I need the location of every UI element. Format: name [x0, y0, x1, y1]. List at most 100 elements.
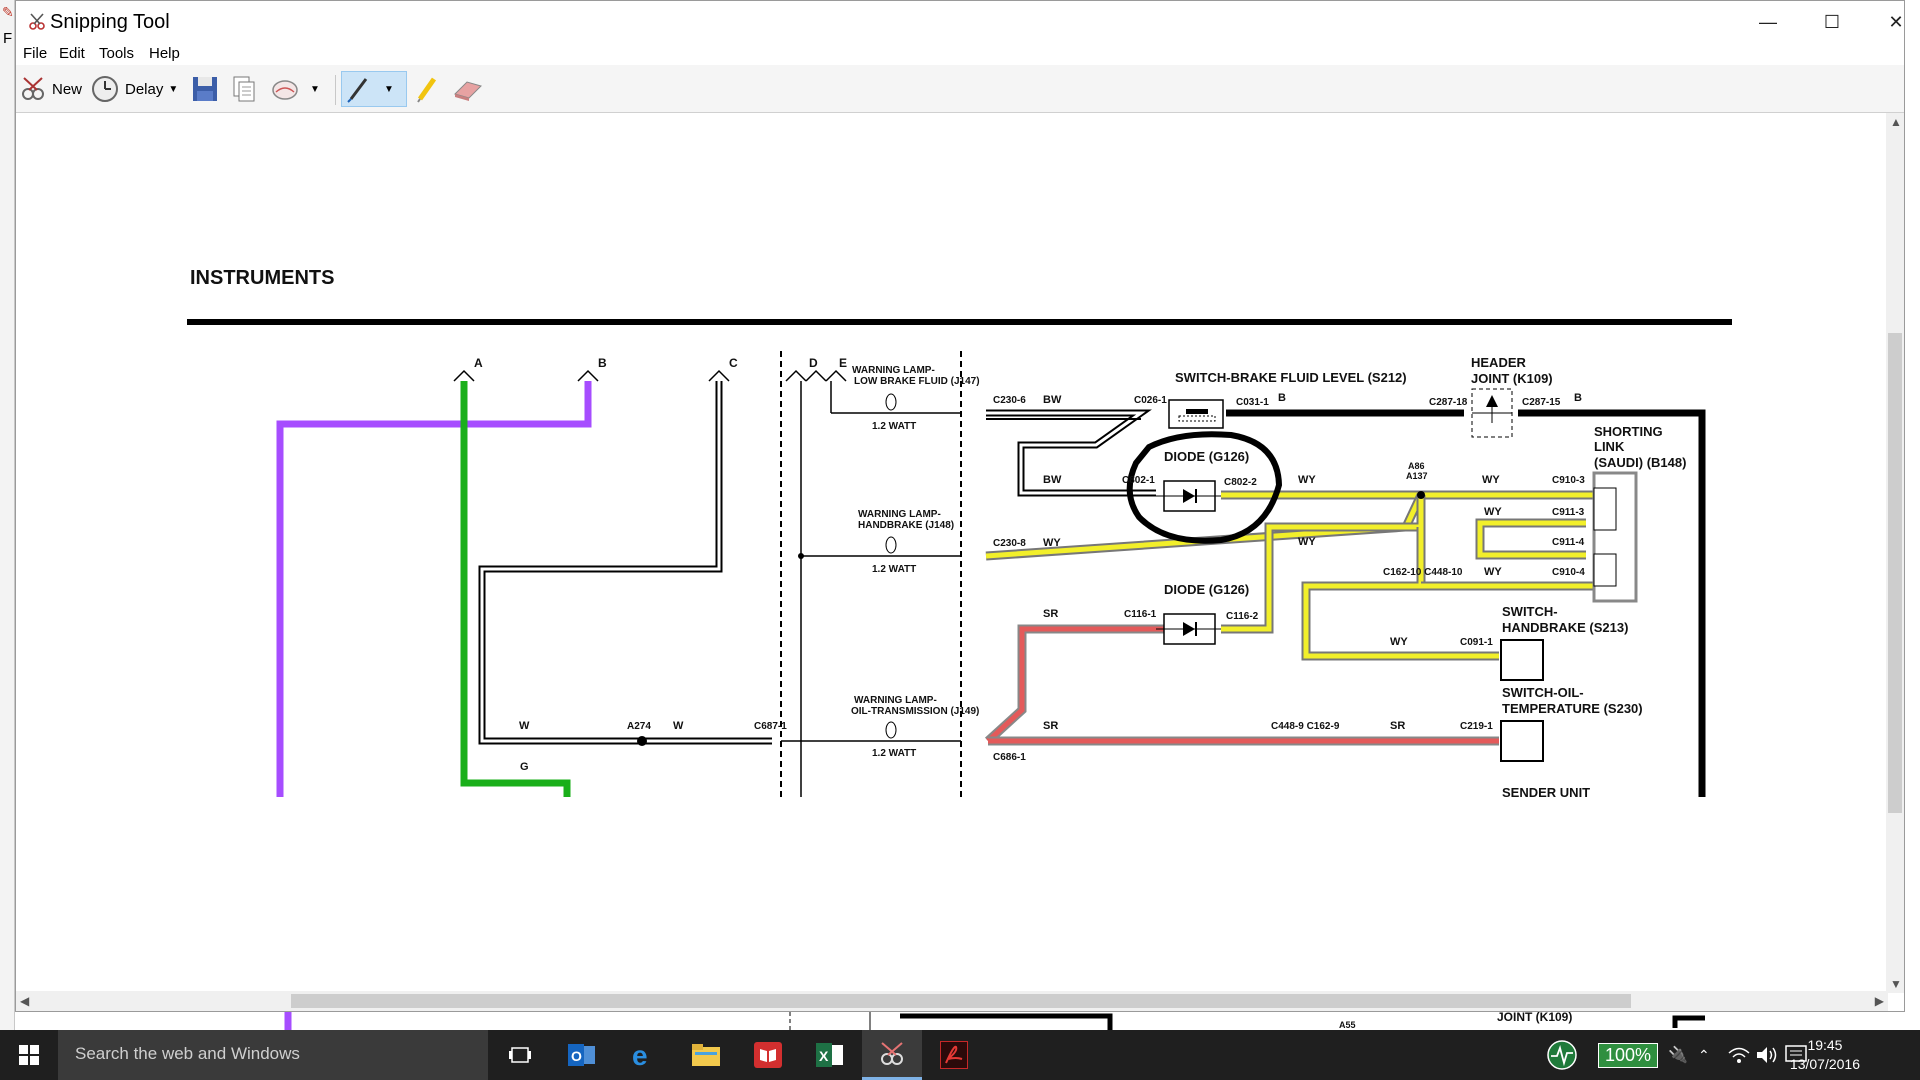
splice-a86 — [1417, 491, 1425, 499]
svg-text:OIL-TRANSMISSION (J149): OIL-TRANSMISSION (J149) — [851, 706, 979, 717]
svg-text:WARNING LAMP-: WARNING LAMP- — [854, 695, 937, 706]
label-c687: C687-1 — [754, 721, 787, 732]
toolbar-separator — [335, 75, 336, 105]
toolbar: New Delay ▼ ▼ ▼ — [16, 65, 1904, 113]
menu-tools[interactable]: Tools — [99, 45, 134, 62]
label-wy4: WY — [1043, 537, 1061, 549]
snip-canvas[interactable]: INSTRUMENTS A B C D E WARNING LAMP- LOW … — [16, 113, 1888, 993]
svg-text:LINK: LINK — [1594, 439, 1625, 454]
label-c091: C091-1 — [1460, 637, 1493, 648]
label-sr3: SR — [1390, 720, 1405, 732]
svg-text:SWITCH-OIL-: SWITCH-OIL- — [1502, 685, 1584, 700]
maximize-button[interactable]: ☐ — [1800, 1, 1864, 43]
connector-b: B — [598, 356, 607, 370]
label-c287-18: C287-18 — [1429, 397, 1468, 408]
label-a86: A86 — [1408, 461, 1425, 471]
scroll-down-icon[interactable]: ▼ — [1890, 977, 1902, 991]
taskbar-file-explorer[interactable] — [676, 1030, 736, 1080]
label-wy3: WY — [1484, 506, 1502, 518]
taskbar-snipping-tool[interactable] — [862, 1030, 922, 1080]
battery-percent: 100% — [1598, 1042, 1659, 1068]
label-sr2: SR — [1043, 720, 1058, 732]
pdf-app-icon: ✎ — [2, 4, 14, 20]
taskbar-edge[interactable]: e — [614, 1030, 674, 1080]
taskbar-search-box[interactable]: Search the web and Windows — [58, 1030, 488, 1080]
save-icon — [193, 77, 217, 101]
acrobat-icon — [940, 1041, 968, 1069]
delay-button[interactable]: Delay ▼ — [90, 71, 178, 107]
horizontal-scrollbar[interactable]: ◀ ▶ — [16, 991, 1888, 1011]
connector-ticks — [453, 369, 847, 382]
label-bw2: BW — [1043, 474, 1062, 486]
send-snip-button[interactable]: ▼ — [270, 71, 320, 107]
label-c230-8: C230-8 — [993, 538, 1026, 549]
label-a137: A137 — [1406, 471, 1428, 481]
label-sr1: SR — [1043, 608, 1058, 620]
svg-text:1.2 WATT: 1.2 WATT — [872, 564, 916, 575]
pen-dropdown-icon: ▼ — [384, 83, 394, 95]
scroll-up-icon[interactable]: ▲ — [1890, 115, 1902, 129]
horizontal-scroll-thumb[interactable] — [291, 994, 1631, 1008]
connector-e: E — [839, 356, 847, 370]
svg-text:SWITCH-: SWITCH- — [1502, 604, 1558, 619]
svg-text:O: O — [571, 1048, 582, 1064]
copy-button[interactable] — [229, 71, 259, 107]
minimize-button[interactable]: — — [1736, 1, 1800, 43]
background-menu-letter: F — [3, 30, 13, 47]
wifi-icon — [1728, 1047, 1750, 1063]
taskbar-excel[interactable]: X — [800, 1030, 860, 1080]
label-a55: A55 — [1339, 1020, 1356, 1030]
label-c116-1: C116-1 — [1124, 609, 1157, 620]
svg-text:SWITCH-BRAKE FLUID LEVEL (S212: SWITCH-BRAKE FLUID LEVEL (S212) — [1175, 370, 1407, 385]
label-w1: W — [519, 720, 530, 732]
label-c448-9-c162-9: C448-9 C162-9 — [1271, 721, 1340, 732]
eraser-button[interactable] — [451, 71, 485, 107]
taskbar-reader-app[interactable] — [738, 1030, 798, 1080]
battery-indicator[interactable]: 100% 🔌 — [1598, 1030, 1688, 1080]
taskbar-outlook[interactable]: O — [552, 1030, 612, 1080]
menu-edit[interactable]: Edit — [59, 45, 85, 62]
pen-button[interactable]: ▼ — [341, 71, 407, 107]
volume-tray[interactable] — [1755, 1030, 1779, 1080]
show-hidden-icons[interactable]: ⌃ — [1698, 1030, 1710, 1080]
svg-text:LOW BRAKE FLUID (J147): LOW BRAKE FLUID (J147) — [854, 376, 980, 387]
taskbar-clock[interactable]: 19:45 13/07/2016 — [1790, 1036, 1860, 1074]
scroll-left-icon[interactable]: ◀ — [20, 994, 29, 1008]
menu-help[interactable]: Help — [149, 45, 180, 62]
label-bw1: BW — [1043, 394, 1062, 406]
diagram-title: INSTRUMENTS — [190, 267, 334, 289]
canvas-lower-blank — [16, 797, 1888, 993]
save-button[interactable] — [190, 71, 220, 107]
vertical-scrollbar[interactable]: ▲ ▼ — [1886, 113, 1904, 993]
close-button[interactable]: ✕ — [1864, 1, 1920, 43]
label-c911-3: C911-3 — [1552, 507, 1585, 518]
search-placeholder: Search the web and Windows — [75, 1044, 300, 1063]
vertical-scroll-thumb[interactable] — [1888, 333, 1902, 813]
health-monitor-icon — [1547, 1040, 1577, 1070]
network-tray[interactable] — [1727, 1030, 1751, 1080]
snipping-tool-window: Snipping Tool — ☐ ✕ File Edit Tools Help… — [15, 0, 1905, 1012]
highlighter-icon — [417, 77, 437, 103]
label-wy2: WY — [1482, 474, 1500, 486]
connector-a: A — [474, 356, 483, 370]
shorting-link-b148: SHORTING LINK (SAUDI) (B148) — [1592, 424, 1686, 603]
menu-bar: File Edit Tools Help — [16, 43, 1904, 65]
label-c686: C686-1 — [993, 752, 1026, 763]
label-joint-k109-bottom: JOINT (K109) — [1497, 1012, 1572, 1024]
new-snip-button[interactable]: New — [18, 71, 82, 107]
connector-c: C — [729, 356, 738, 370]
health-app-tray[interactable] — [1546, 1030, 1578, 1080]
windows-taskbar: Search the web and Windows O e X 100% 🔌 … — [0, 1030, 1920, 1080]
switch-brake-fluid-level: SWITCH-BRAKE FLUID LEVEL (S212) — [1168, 370, 1407, 429]
task-view-button[interactable] — [490, 1030, 550, 1080]
highlighter-button[interactable] — [412, 71, 442, 107]
label-c910-4: C910-4 — [1552, 567, 1585, 578]
scroll-right-icon[interactable]: ▶ — [1875, 994, 1884, 1008]
menu-file[interactable]: File — [23, 45, 47, 62]
window-title: Snipping Tool — [50, 11, 170, 33]
edge-icon: e — [632, 1041, 648, 1069]
taskbar-pdf-reader[interactable] — [924, 1030, 984, 1080]
clock-icon — [92, 76, 118, 102]
start-button[interactable] — [0, 1030, 58, 1080]
red-wires — [984, 624, 1499, 746]
